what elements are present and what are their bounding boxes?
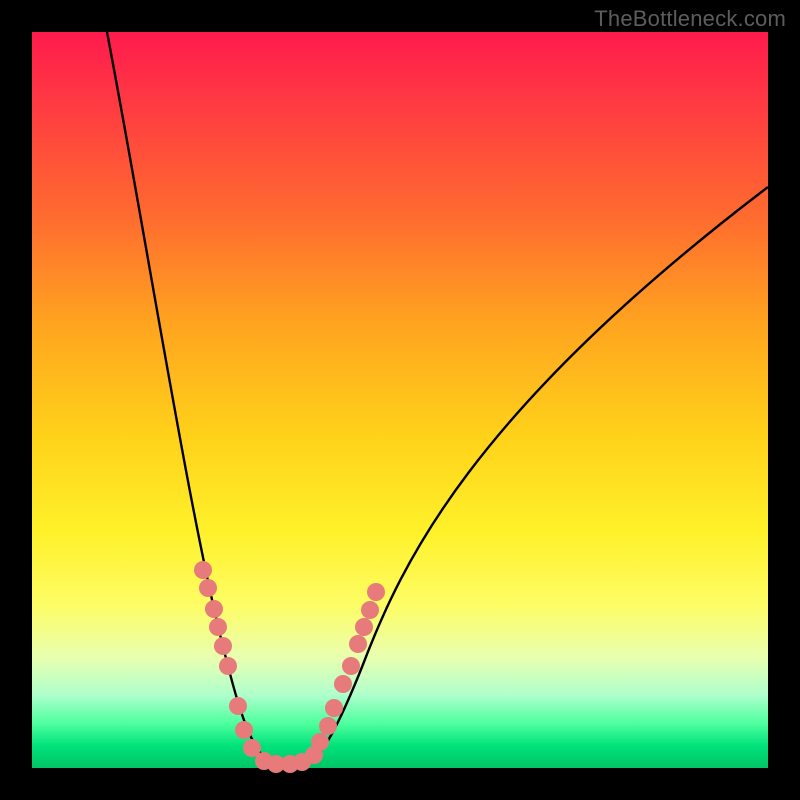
data-marker [355,618,373,636]
data-marker [219,657,237,675]
marker-group [194,561,385,773]
data-marker [194,561,212,579]
data-marker [205,600,223,618]
data-marker [349,635,367,653]
data-marker [229,697,247,715]
data-marker [209,618,227,636]
data-marker [361,601,379,619]
outer-frame: TheBottleneck.com [0,0,800,800]
data-marker [367,583,385,601]
data-marker [334,675,352,693]
data-marker [311,733,329,751]
data-marker [325,699,343,717]
bottleneck-curve [107,32,768,766]
data-marker [342,657,360,675]
watermark-text: TheBottleneck.com [594,6,786,32]
curve-layer [32,32,768,768]
data-marker [214,637,232,655]
data-marker [199,579,217,597]
data-marker [319,717,337,735]
data-marker [235,721,253,739]
